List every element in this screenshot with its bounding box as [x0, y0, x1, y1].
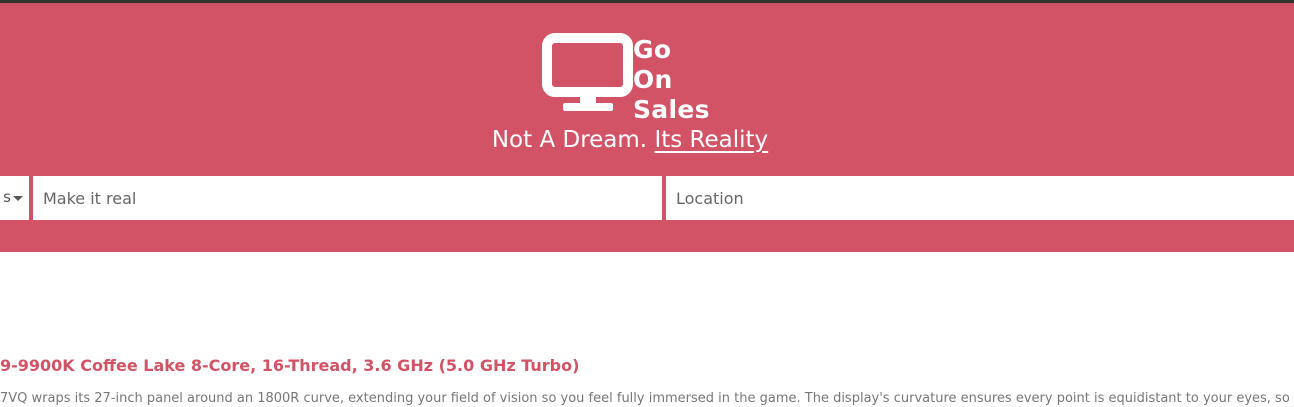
logo-word-3: Sales — [633, 95, 710, 124]
tagline-link[interactable]: Its Reality — [654, 127, 768, 153]
logo-word-2: On — [633, 65, 673, 94]
category-dropdown[interactable]: s — [0, 176, 29, 220]
search-input[interactable] — [33, 176, 662, 220]
category-dropdown-value: s — [3, 188, 11, 206]
monitor-icon — [542, 33, 633, 111]
logo-word-1: Go — [633, 35, 672, 64]
search-bar: s — [0, 176, 1294, 220]
site-logo[interactable]: Go On Sales — [542, 33, 732, 124]
chevron-down-icon — [13, 196, 23, 201]
logo-text: Go On Sales — [633, 35, 743, 125]
listing-title[interactable]: 9-9900K Coffee Lake 8-Core, 16-Thread, 3… — [0, 356, 1294, 376]
listing-description: 7VQ wraps its 27-inch panel around an 18… — [0, 391, 1294, 406]
location-input[interactable] — [666, 176, 1294, 220]
tagline-text: Not A Dream. — [491, 127, 648, 153]
hero-header: Go On Sales Not A Dream. Its Reality s — [0, 3, 1294, 252]
tagline: Not A Dream. Its Reality — [0, 127, 1260, 153]
